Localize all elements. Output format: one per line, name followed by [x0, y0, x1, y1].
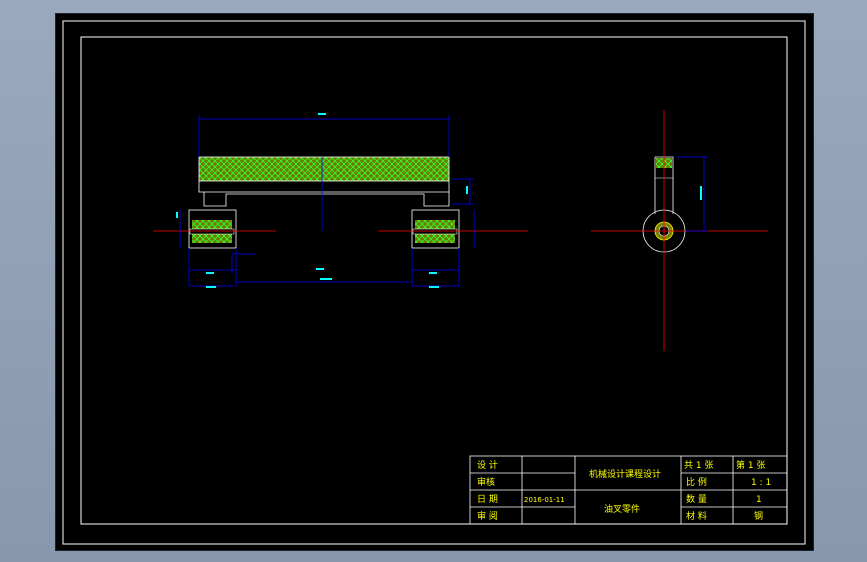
quantity-label: 数 量	[686, 493, 707, 505]
scale-label: 比 例	[686, 476, 707, 488]
label-review: 审 阅	[477, 510, 498, 522]
front-view	[153, 113, 528, 288]
side-view	[591, 110, 768, 351]
scale-value: 1 : 1	[751, 478, 771, 488]
label-designer: 设 计	[477, 459, 498, 471]
shaft-body	[198, 156, 450, 182]
material-value: 钢	[754, 510, 763, 522]
project-title: 机械设计课程设计	[589, 468, 661, 480]
cad-drawing: 设 计 审核 日 期 审 阅 2016-01-11 机械设计课程设计 油叉零件 …	[62, 20, 806, 545]
label-check: 审核	[477, 476, 495, 488]
inner-frame	[80, 36, 788, 525]
date-value: 2016-01-11	[524, 496, 565, 504]
part-name: 油叉零件	[604, 503, 640, 515]
sheet-count: 共 1 张	[684, 460, 713, 471]
sheet-number: 第 1 张	[736, 459, 765, 471]
title-block-text: 设 计 审核 日 期 审 阅 2016-01-11 机械设计课程设计 油叉零件 …	[477, 459, 771, 522]
material-label: 材 料	[686, 510, 707, 522]
cad-viewport[interactable]: 设 计 审核 日 期 审 阅 2016-01-11 机械设计课程设计 油叉零件 …	[55, 13, 814, 551]
fork-arm-outline	[198, 181, 450, 193]
quantity-value: 1	[756, 495, 762, 505]
label-date: 日 期	[477, 494, 498, 505]
